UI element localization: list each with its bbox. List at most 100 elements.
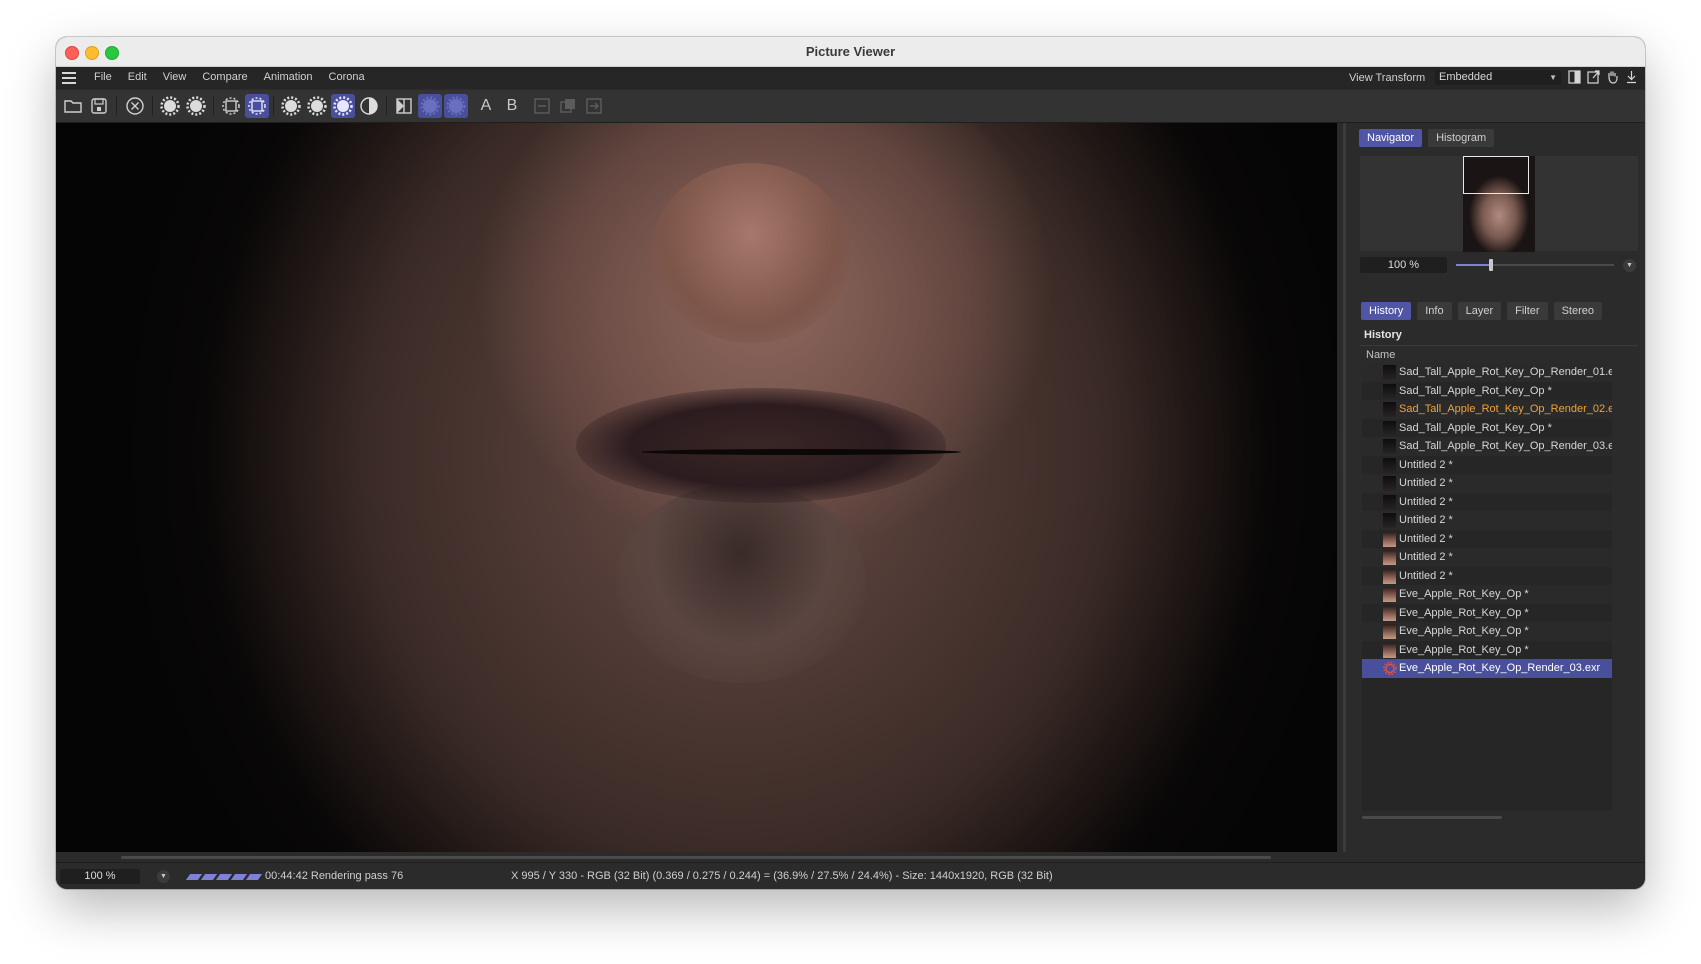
history-item-name: Sad_Tall_Apple_Rot_Key_Op_Render_01.ex bbox=[1399, 366, 1612, 378]
render-viewport[interactable] bbox=[56, 123, 1337, 852]
view-transform-select[interactable]: Embedded ▼ bbox=[1435, 70, 1561, 85]
history-item[interactable]: Untitled 2 * bbox=[1362, 530, 1612, 549]
progress-segment bbox=[245, 874, 263, 880]
history-item[interactable]: Sad_Tall_Apple_Rot_Key_Op * bbox=[1362, 382, 1612, 401]
history-item-name: Eve_Apple_Rot_Key_Op_Render_03.exr bbox=[1399, 662, 1601, 674]
status-zoom-field[interactable]: 100 % bbox=[60, 869, 140, 884]
hand-pan-icon[interactable] bbox=[1606, 70, 1619, 84]
chevron-down-icon: ▼ bbox=[1549, 73, 1557, 82]
navigator-preview[interactable] bbox=[1360, 156, 1638, 252]
status-bar: 100 % ▼ 00:44:42 Rendering pass 76 X 995… bbox=[56, 862, 1645, 889]
history-item[interactable]: Untitled 2 * bbox=[1362, 511, 1612, 530]
history-item[interactable]: Sad_Tall_Apple_Rot_Key_Op_Render_03.ex bbox=[1362, 437, 1612, 456]
set-b-button[interactable]: B bbox=[500, 94, 524, 118]
history-item-name: Eve_Apple_Rot_Key_Op * bbox=[1399, 643, 1529, 656]
history-item[interactable]: Eve_Apple_Rot_Key_Op * bbox=[1362, 585, 1612, 604]
history-item[interactable]: Eve_Apple_Rot_Key_Op * bbox=[1362, 604, 1612, 623]
tab-filter[interactable]: Filter bbox=[1507, 302, 1548, 320]
pixel-info-text: X 995 / Y 330 - RGB (32 Bit) (0.369 / 0.… bbox=[511, 870, 1053, 882]
toolbar: A B bbox=[56, 90, 1645, 123]
history-item-name: Sad_Tall_Apple_Rot_Key_Op_Render_02.ex bbox=[1399, 403, 1612, 415]
tab-histogram[interactable]: Histogram bbox=[1428, 129, 1495, 147]
open-folder-icon[interactable] bbox=[61, 94, 85, 118]
compare-overlay-icon[interactable] bbox=[418, 94, 442, 118]
navigator-zoom-field[interactable]: 100 % bbox=[1360, 257, 1447, 273]
hamburger-menu-icon[interactable] bbox=[62, 72, 76, 84]
history-item[interactable]: Sad_Tall_Apple_Rot_Key_Op * bbox=[1362, 419, 1612, 438]
history-item-name: Eve_Apple_Rot_Key_Op * bbox=[1399, 625, 1529, 637]
history-item[interactable]: Untitled 2 * bbox=[1362, 456, 1612, 475]
external-window-icon[interactable] bbox=[1587, 70, 1600, 84]
zoom-slider-fill bbox=[1456, 264, 1491, 266]
progress-segment bbox=[215, 874, 233, 880]
contrast-icon[interactable] bbox=[357, 94, 381, 118]
menu-edit[interactable]: Edit bbox=[120, 71, 155, 83]
history-thumbnail bbox=[1383, 550, 1396, 565]
column-header-name[interactable]: Name bbox=[1366, 349, 1395, 361]
history-thumbnail bbox=[1383, 420, 1396, 436]
history-item-name: Untitled 2 * bbox=[1399, 551, 1453, 563]
history-horizontal-scrollbar[interactable] bbox=[1362, 816, 1502, 819]
history-thumbnail bbox=[1383, 531, 1396, 547]
import-icon[interactable] bbox=[582, 94, 606, 118]
history-item-name: Untitled 2 * bbox=[1399, 514, 1453, 526]
render-cog-icon[interactable] bbox=[158, 94, 182, 118]
viewport-horizontal-scrollbar[interactable] bbox=[56, 852, 1345, 862]
history-item[interactable]: Eve_Apple_Rot_Key_Op * bbox=[1362, 641, 1612, 660]
auto-render-cog-icon[interactable] bbox=[331, 94, 355, 118]
split-view-icon[interactable] bbox=[1568, 70, 1581, 84]
pin-icon[interactable] bbox=[1625, 70, 1638, 84]
history-thumbnail bbox=[1383, 383, 1396, 399]
navigator-tabs: Navigator Histogram bbox=[1359, 129, 1495, 147]
status-zoom-dropdown-icon[interactable]: ▼ bbox=[157, 870, 170, 883]
compare-swap-icon[interactable] bbox=[444, 94, 468, 118]
history-item[interactable]: Eve_Apple_Rot_Key_Op_Render_03.exr bbox=[1362, 659, 1612, 678]
menu-animation[interactable]: Animation bbox=[256, 71, 321, 83]
navigator-view-frame[interactable] bbox=[1463, 156, 1529, 194]
view-transform-label: View Transform bbox=[1349, 72, 1426, 84]
render-region-cog-icon[interactable] bbox=[184, 94, 208, 118]
history-item-name: Sad_Tall_Apple_Rot_Key_Op * bbox=[1399, 421, 1552, 434]
menu-file[interactable]: File bbox=[86, 71, 120, 83]
compare-ab-icon[interactable] bbox=[392, 94, 416, 118]
zoom-slider-knob[interactable] bbox=[1488, 259, 1493, 271]
history-item[interactable]: Untitled 2 * bbox=[1362, 548, 1612, 567]
history-list: Sad_Tall_Apple_Rot_Key_Op_Render_01.ex Sa… bbox=[1362, 363, 1612, 811]
history-thumbnail bbox=[1383, 439, 1396, 454]
info-tabs: History Info Layer Filter Stereo bbox=[1361, 302, 1602, 320]
history-item[interactable]: Untitled 2 * bbox=[1362, 493, 1612, 512]
history-item-name: Untitled 2 * bbox=[1399, 458, 1453, 471]
menu-compare[interactable]: Compare bbox=[194, 71, 255, 83]
history-divider bbox=[1360, 345, 1638, 346]
zoom-dropdown-icon[interactable]: ▼ bbox=[1623, 259, 1636, 272]
history-item[interactable]: Untitled 2 * bbox=[1362, 567, 1612, 586]
menu-corona[interactable]: Corona bbox=[321, 71, 373, 83]
tab-stereo[interactable]: Stereo bbox=[1553, 302, 1602, 320]
history-item[interactable]: Sad_Tall_Apple_Rot_Key_Op_Render_02.ex bbox=[1362, 400, 1612, 419]
copy-icon[interactable] bbox=[556, 94, 580, 118]
history-item[interactable]: Untitled 2 * bbox=[1362, 474, 1612, 493]
render-settings-cog-icon[interactable] bbox=[279, 94, 303, 118]
history-thumbnail bbox=[1383, 457, 1396, 473]
team-render-cog-icon[interactable] bbox=[305, 94, 329, 118]
progress-segment bbox=[200, 874, 218, 880]
save-icon[interactable] bbox=[87, 94, 111, 118]
menu-bar: File Edit View Compare Animation Corona … bbox=[56, 67, 1645, 89]
export-icon[interactable] bbox=[530, 94, 554, 118]
region-render-icon[interactable] bbox=[219, 94, 243, 118]
history-item-name: Untitled 2 * bbox=[1399, 569, 1453, 582]
history-item-name: Untitled 2 * bbox=[1399, 532, 1453, 545]
tab-navigator[interactable]: Navigator bbox=[1359, 129, 1423, 147]
tab-info[interactable]: Info bbox=[1417, 302, 1452, 320]
tab-layer[interactable]: Layer bbox=[1457, 302, 1502, 320]
history-item[interactable]: Eve_Apple_Rot_Key_Op * bbox=[1362, 622, 1612, 641]
stop-render-icon[interactable] bbox=[123, 94, 147, 118]
tab-history[interactable]: History bbox=[1361, 302, 1412, 320]
viewport-vertical-scrollbar[interactable] bbox=[1343, 123, 1346, 852]
history-thumbnail bbox=[1383, 494, 1396, 510]
history-item[interactable]: Sad_Tall_Apple_Rot_Key_Op_Render_01.ex bbox=[1362, 363, 1612, 382]
interactive-render-icon[interactable] bbox=[245, 94, 269, 118]
set-a-button[interactable]: A bbox=[474, 94, 498, 118]
menu-view[interactable]: View bbox=[155, 71, 195, 83]
history-item-name: Sad_Tall_Apple_Rot_Key_Op * bbox=[1399, 384, 1552, 397]
